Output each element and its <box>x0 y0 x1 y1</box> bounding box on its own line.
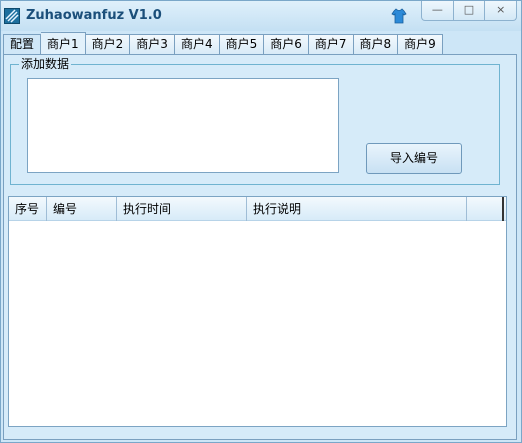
tab-merchant-6[interactable]: 商户6 <box>264 34 309 55</box>
tab-merchant-2[interactable]: 商户2 <box>85 34 131 55</box>
tab-bar: 配置 商户1 商户2 商户3 商户4 商户5 商户6 商户7 商户8 商户9 <box>3 32 443 55</box>
minimize-icon: — <box>431 3 443 16</box>
app-logo-icon <box>4 8 20 24</box>
tab-merchant-5[interactable]: 商户5 <box>219 34 265 55</box>
window-controls: — □ × <box>421 1 517 21</box>
app-window: Zuhaowanfuz V1.0 — □ × 配置 商户1 商户2 商户3 商户… <box>0 0 522 443</box>
col-header-number[interactable]: 编号 <box>47 197 117 221</box>
add-data-group: 添加数据 导入编号 <box>10 57 500 185</box>
col-header-exec-desc[interactable]: 执行说明 <box>247 197 467 221</box>
tab-merchant-9[interactable]: 商户9 <box>398 34 443 55</box>
col-header-exec-time[interactable]: 执行时间 <box>117 197 247 221</box>
record-list[interactable]: 序号 编号 执行时间 执行说明 <box>8 196 507 427</box>
skin-shirt-icon[interactable] <box>391 8 407 24</box>
maximize-button[interactable]: □ <box>454 1 486 20</box>
close-icon: × <box>496 3 506 16</box>
tab-merchant-1[interactable]: 商户1 <box>41 32 86 55</box>
import-button[interactable]: 导入编号 <box>366 143 462 174</box>
minimize-button[interactable]: — <box>422 1 454 20</box>
window-title: Zuhaowanfuz V1.0 <box>26 8 162 23</box>
tab-panel: 添加数据 导入编号 序号 编号 执行时间 执行说明 <box>3 54 517 440</box>
tab-merchant-7[interactable]: 商户7 <box>308 34 354 55</box>
data-input[interactable] <box>27 78 339 173</box>
col-header-extra[interactable] <box>467 197 504 221</box>
tab-merchant-3[interactable]: 商户3 <box>130 34 175 55</box>
close-button[interactable]: × <box>485 1 516 20</box>
tab-merchant-4[interactable]: 商户4 <box>174 34 220 55</box>
tab-merchant-8[interactable]: 商户8 <box>353 34 399 55</box>
col-header-index[interactable]: 序号 <box>9 197 47 221</box>
title-bar: Zuhaowanfuz V1.0 — □ × <box>1 1 521 31</box>
list-header: 序号 编号 执行时间 执行说明 <box>9 197 506 221</box>
tab-config[interactable]: 配置 <box>3 34 42 55</box>
list-body[interactable] <box>9 222 506 426</box>
add-data-legend: 添加数据 <box>19 57 72 71</box>
maximize-icon: □ <box>463 3 475 16</box>
